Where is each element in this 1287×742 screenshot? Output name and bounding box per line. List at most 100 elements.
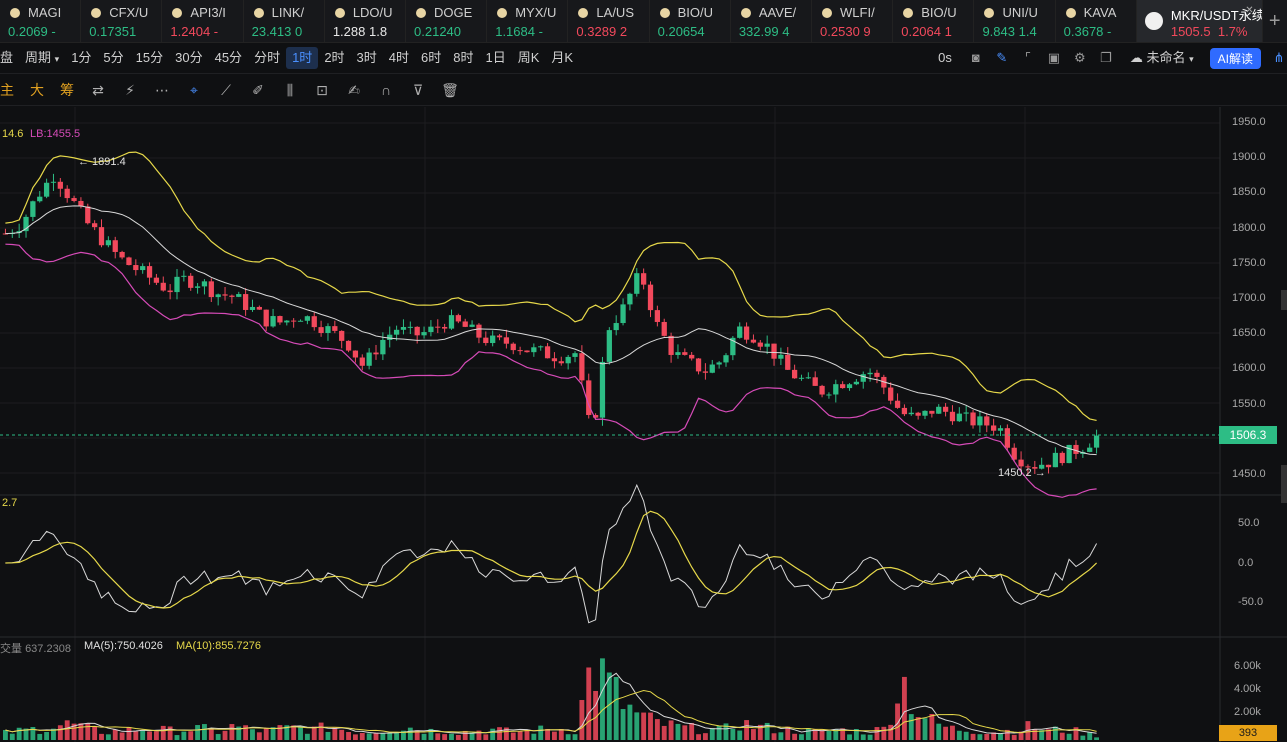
- candle-body: [277, 316, 283, 323]
- volume-bar: [922, 718, 928, 740]
- volume-bar: [799, 734, 804, 740]
- price-tick: 1800.0: [1232, 221, 1266, 234]
- candle-body: [510, 343, 516, 351]
- volume-bar: [346, 731, 351, 740]
- candle-body: [297, 320, 304, 322]
- volume-bar: [936, 723, 942, 740]
- volume-bar: [339, 729, 345, 740]
- candle-body: [840, 384, 846, 389]
- candle-body: [867, 372, 873, 375]
- scrollbar-handle[interactable]: [1281, 290, 1287, 310]
- candle-body: [311, 316, 317, 328]
- candle-body: [201, 281, 208, 287]
- volume-bar: [984, 733, 990, 740]
- candle-body: [675, 352, 681, 355]
- volume-bar: [943, 726, 949, 740]
- candle-body: [922, 410, 928, 416]
- volume-tick: 2.00k: [1234, 706, 1261, 718]
- volume-bar: [730, 728, 736, 740]
- volume-bar: [3, 730, 8, 740]
- volume-bar: [373, 732, 379, 740]
- candle-body: [963, 412, 969, 414]
- candle-body: [37, 196, 43, 202]
- volume-bar: [895, 703, 900, 740]
- volume-bar: [682, 725, 688, 740]
- volume-bar: [538, 725, 544, 740]
- volume-bar: [586, 667, 592, 740]
- candle-body: [1045, 464, 1052, 468]
- candle-body: [970, 412, 976, 426]
- candle-body: [572, 353, 578, 357]
- candle-body: [942, 406, 949, 412]
- volume-bar: [449, 733, 454, 740]
- candle-body: [647, 284, 654, 311]
- oscillator-legend: 2.7: [2, 497, 18, 509]
- candle-body: [352, 350, 359, 358]
- volume-bar: [366, 733, 372, 740]
- upper-band-line: [5, 151, 1097, 421]
- volume-bar: [37, 733, 43, 740]
- volume-bar: [332, 727, 338, 740]
- scrollbar-handle[interactable]: [1281, 465, 1287, 503]
- candle-body: [50, 181, 57, 183]
- candle-body: [737, 326, 743, 338]
- candle-body: [997, 428, 1004, 431]
- candle-body: [805, 377, 811, 379]
- candle-body: [249, 306, 256, 310]
- current-price-tag: 1506.3: [1219, 426, 1277, 444]
- candle-body: [483, 337, 489, 344]
- candle-body: [949, 411, 956, 422]
- candle-body: [668, 335, 674, 355]
- price-tick: 1900.0: [1232, 151, 1266, 164]
- low-price-marker: 1450.2 →: [998, 467, 1046, 479]
- volume-bar: [112, 729, 118, 740]
- candle-body: [414, 326, 420, 336]
- volume-bar: [929, 714, 935, 740]
- price-tick: 1950.0: [1232, 116, 1266, 128]
- volume-bar: [99, 733, 104, 740]
- volume-bar: [256, 732, 262, 740]
- volume-legend-name: 交量: [0, 643, 22, 655]
- volume-bar: [442, 734, 448, 740]
- candle-body: [977, 416, 983, 426]
- volume-bar: [167, 726, 173, 740]
- candle-body: [757, 342, 763, 347]
- candle-body: [1059, 452, 1065, 464]
- candle-body: [517, 350, 523, 352]
- ma5-legend: MA(5):750.4026: [84, 640, 163, 652]
- candle-body: [387, 334, 393, 340]
- volume-bar: [270, 727, 276, 740]
- volume-bar: [133, 731, 139, 740]
- candle-body: [984, 416, 990, 426]
- volume-bar: [435, 733, 441, 740]
- volume-bar: [654, 719, 660, 740]
- candle-body: [558, 361, 564, 364]
- candle-body: [64, 188, 70, 199]
- volume-bar: [455, 734, 461, 740]
- volume-bar: [263, 727, 269, 740]
- volume-bar: [792, 733, 798, 740]
- candle-body: [304, 316, 311, 321]
- candle-body: [476, 324, 482, 338]
- candle-body: [448, 315, 455, 329]
- candle-body: [991, 425, 997, 431]
- candle-body: [181, 275, 187, 277]
- bb-legend-value: 14.6: [2, 128, 24, 140]
- volume-bar: [702, 733, 708, 740]
- volume-bar: [675, 723, 681, 740]
- volume-bar: [229, 724, 235, 740]
- candle-body: [503, 337, 510, 344]
- candle-body: [627, 293, 633, 305]
- lower-band-line: [5, 243, 1097, 498]
- candle-body: [345, 340, 352, 351]
- candle-body: [894, 400, 901, 408]
- volume-bar: [552, 731, 557, 740]
- price-chart[interactable]: [0, 0, 1287, 742]
- candle-body: [791, 369, 798, 379]
- candle-body: [743, 326, 750, 340]
- candle-body: [380, 339, 386, 355]
- candle-body: [606, 330, 612, 362]
- candle-body: [531, 347, 537, 353]
- volume-bar: [860, 734, 866, 740]
- volume-bar: [359, 732, 365, 740]
